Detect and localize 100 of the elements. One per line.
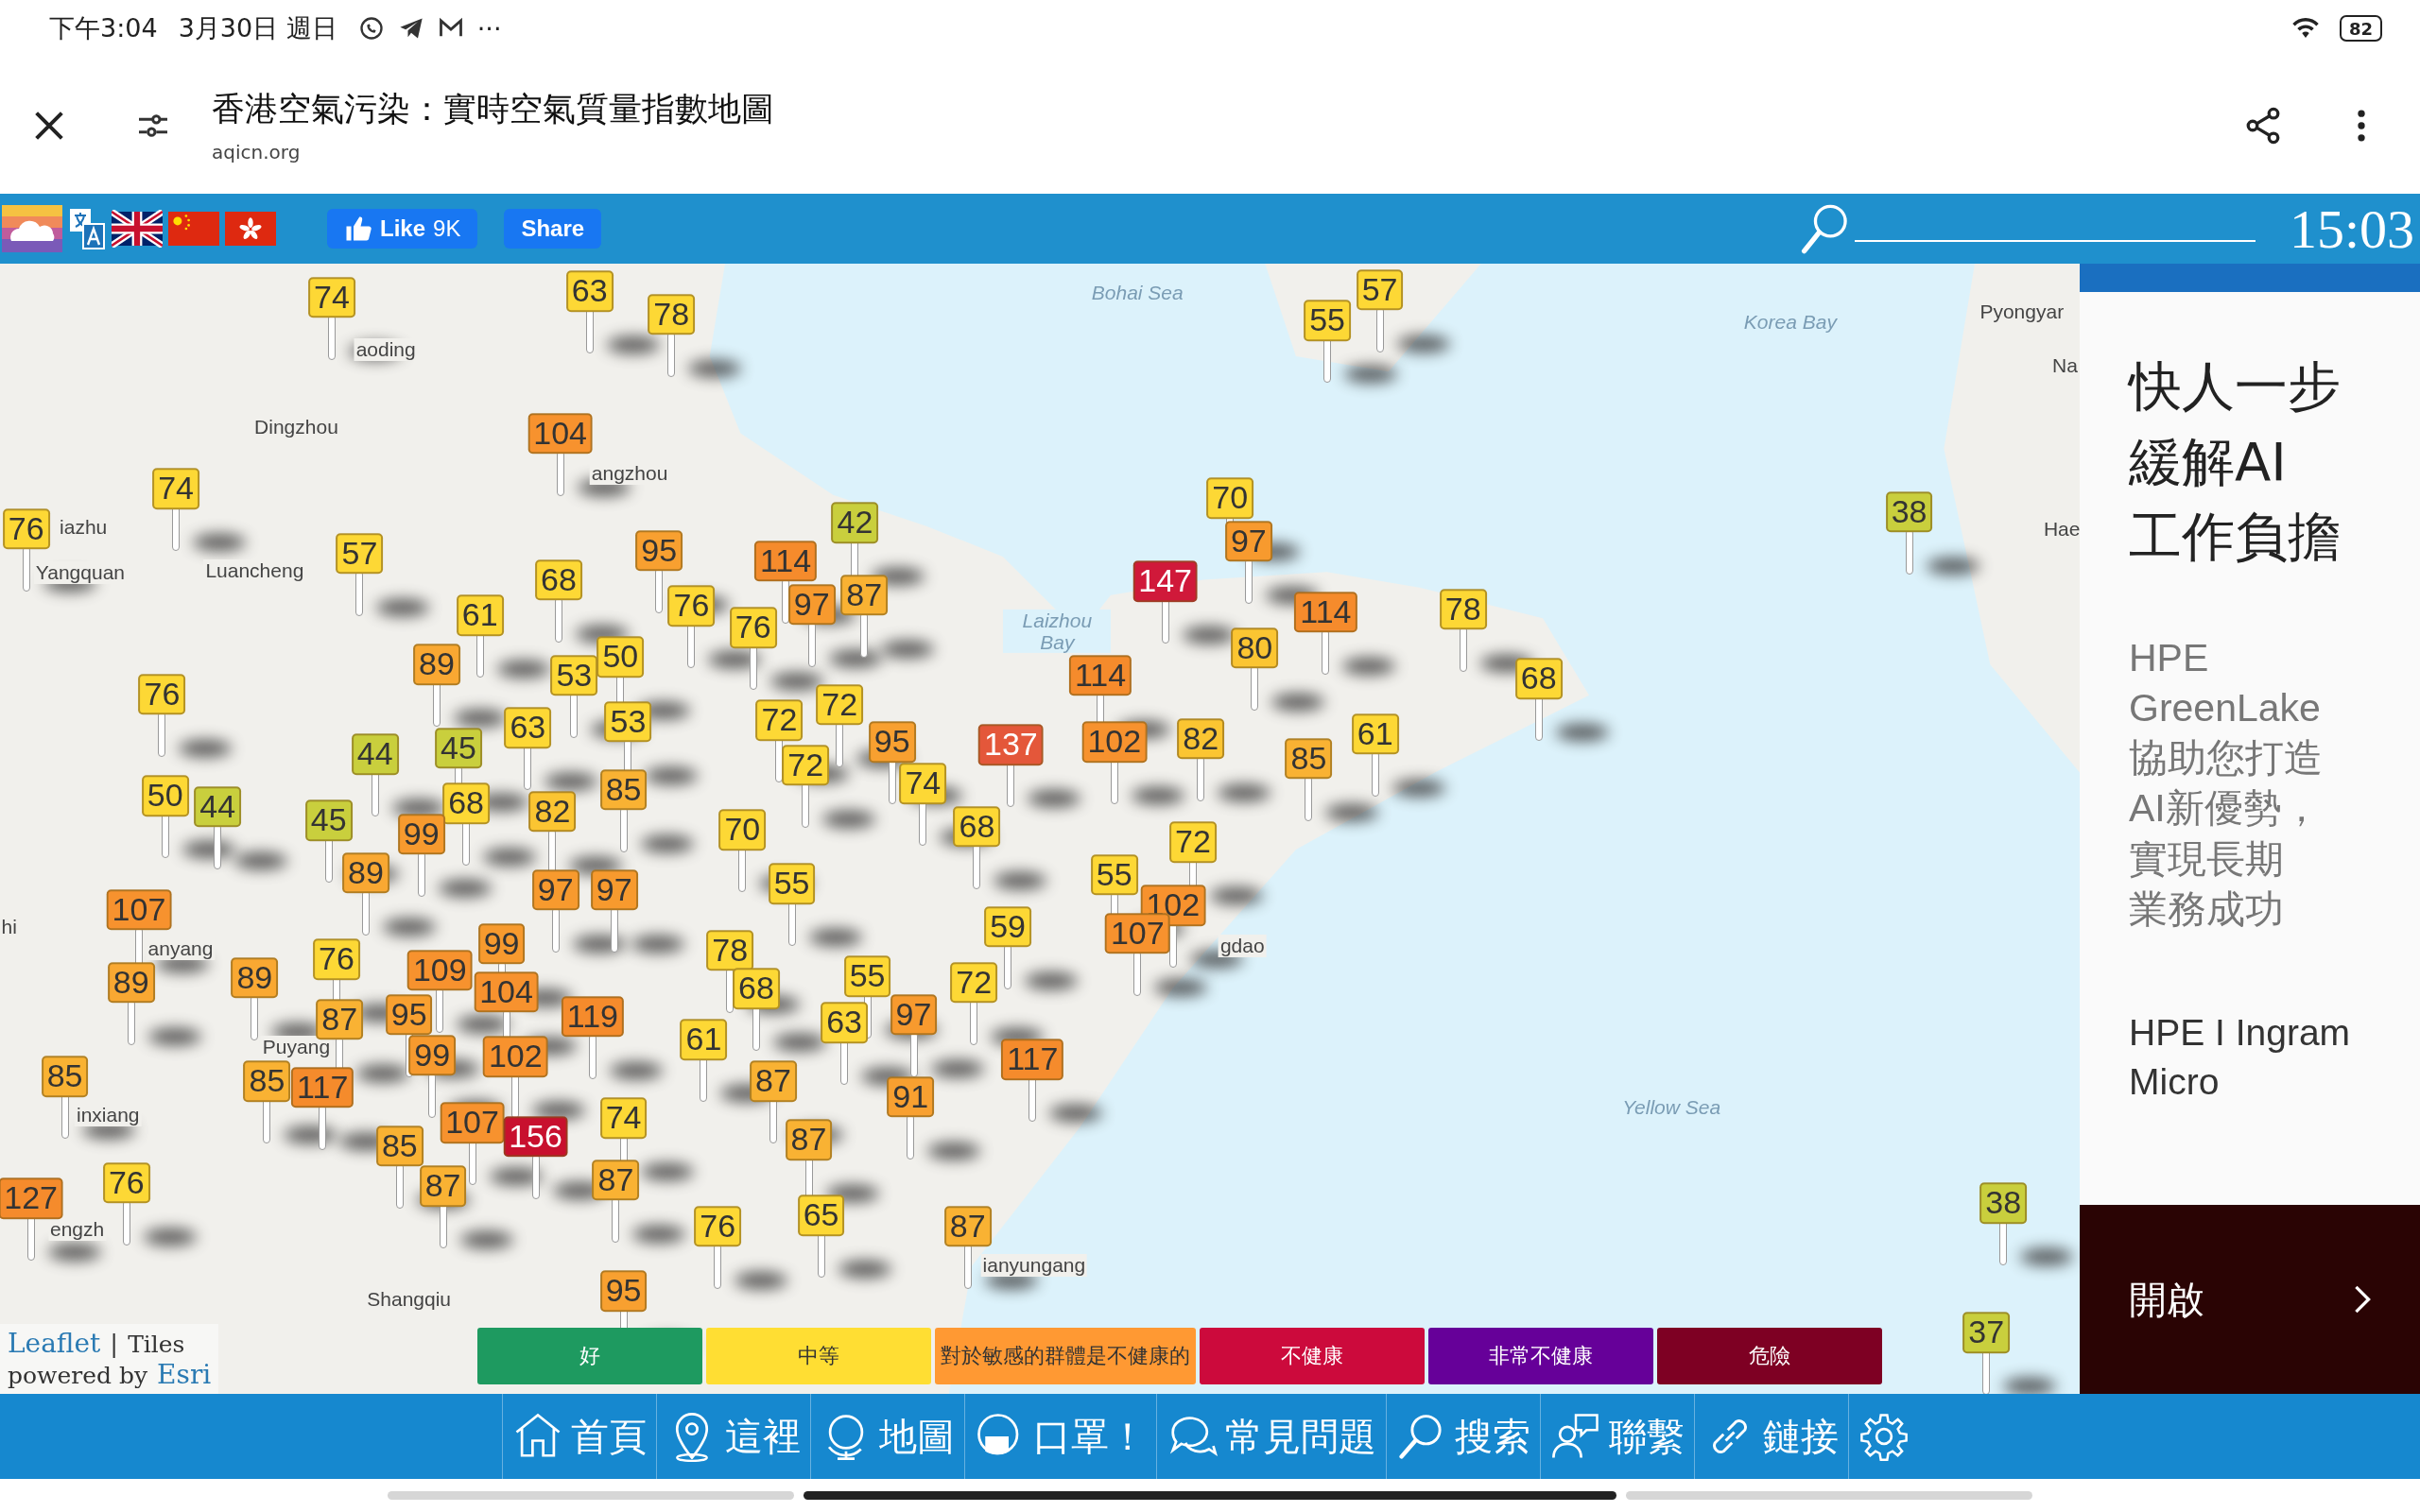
aqi-marker[interactable]: 76: [102, 1162, 150, 1204]
aqi-marker[interactable]: 78: [706, 929, 754, 971]
aqi-marker[interactable]: 89: [231, 957, 279, 999]
aqi-marker[interactable]: 55: [1090, 853, 1138, 896]
aqi-marker[interactable]: 76: [729, 607, 777, 648]
aqi-marker[interactable]: 114: [1068, 655, 1132, 696]
aqi-marker[interactable]: 97: [890, 994, 938, 1036]
aqi-marker[interactable]: 76: [694, 1206, 742, 1247]
aqi-marker[interactable]: 87: [419, 1165, 467, 1207]
aqi-marker[interactable]: 85: [1285, 738, 1333, 780]
aqi-marker[interactable]: 76: [138, 673, 186, 715]
aqi-marker[interactable]: 97: [531, 869, 579, 911]
aqi-marker[interactable]: 72: [950, 962, 998, 1004]
aqi-marker[interactable]: 61: [680, 1019, 728, 1060]
aqi-marker[interactable]: 102: [482, 1036, 548, 1077]
aqi-marker[interactable]: 95: [868, 721, 916, 763]
aqi-marker[interactable]: 114: [1294, 592, 1357, 633]
aqi-marker[interactable]: 74: [308, 277, 355, 318]
aqi-marker[interactable]: 57: [336, 533, 384, 575]
aqi-marker[interactable]: 68: [953, 806, 1001, 848]
aqi-marker[interactable]: 63: [821, 1002, 868, 1043]
aqi-marker[interactable]: 85: [41, 1056, 89, 1098]
aqi-marker[interactable]: 119: [561, 996, 625, 1038]
aqi-marker[interactable]: 127: [0, 1177, 63, 1220]
esri-link[interactable]: Esri: [157, 1359, 212, 1390]
aqi-marker[interactable]: 87: [785, 1119, 833, 1161]
aqi-marker[interactable]: 55: [1304, 300, 1351, 342]
aqi-marker[interactable]: 72: [816, 684, 864, 726]
aqi-marker[interactable]: 72: [782, 744, 830, 786]
aqi-marker[interactable]: 137: [978, 724, 1044, 766]
nav-item[interactable]: 搜索: [1385, 1394, 1540, 1479]
aqi-marker[interactable]: 89: [413, 644, 460, 686]
aqi-marker[interactable]: 114: [753, 541, 818, 582]
aqi-marker[interactable]: 38: [1979, 1182, 2028, 1224]
aqi-marker[interactable]: 89: [342, 852, 389, 894]
aqi-marker[interactable]: 50: [596, 636, 645, 678]
aqi-marker[interactable]: 72: [1169, 821, 1217, 863]
aqi-marker[interactable]: 68: [1514, 658, 1563, 699]
aqi-marker[interactable]: 104: [527, 412, 593, 455]
aqi-marker[interactable]: 38: [1885, 491, 1933, 533]
aqi-marker[interactable]: 68: [535, 559, 582, 601]
leaflet-link[interactable]: Leaflet: [8, 1328, 101, 1359]
aqi-marker[interactable]: 97: [590, 869, 638, 911]
aqi-marker[interactable]: 85: [599, 769, 648, 811]
aqi-marker[interactable]: 109: [406, 950, 473, 991]
aqi-marker[interactable]: 74: [599, 1097, 648, 1140]
aqi-marker[interactable]: 95: [385, 994, 433, 1036]
aqi-marker[interactable]: 80: [1231, 627, 1279, 669]
aqi-marker[interactable]: 85: [243, 1060, 291, 1102]
aqi-marker[interactable]: 82: [1177, 718, 1225, 760]
aqi-marker[interactable]: 55: [843, 955, 891, 997]
aqi-marker[interactable]: 99: [397, 814, 445, 855]
nav-item[interactable]: 首頁: [501, 1394, 656, 1479]
aqi-marker[interactable]: 95: [635, 530, 683, 572]
nav-item[interactable]: 聯繫: [1539, 1394, 1694, 1479]
aqi-marker[interactable]: 97: [1224, 521, 1272, 562]
open-button[interactable]: 開啟: [2080, 1205, 2420, 1394]
aqi-marker[interactable]: 76: [667, 585, 716, 627]
nav-item[interactable]: 這裡: [655, 1394, 810, 1479]
aqi-marker[interactable]: 78: [648, 294, 696, 335]
aqi-marker[interactable]: 42: [831, 502, 879, 543]
aqi-marker[interactable]: 87: [592, 1160, 640, 1201]
aqi-marker[interactable]: 156: [503, 1116, 568, 1158]
aqi-marker[interactable]: 74: [899, 763, 947, 804]
aqi-marker[interactable]: 97: [787, 584, 836, 626]
aqi-marker[interactable]: 59: [984, 906, 1031, 948]
aqi-marker[interactable]: 68: [733, 968, 780, 1010]
aqi-marker[interactable]: 61: [456, 594, 504, 636]
aqi-marker[interactable]: 45: [435, 727, 482, 769]
aqi-marker[interactable]: 99: [408, 1034, 457, 1076]
nav-item[interactable]: 口罩！: [963, 1394, 1156, 1479]
aqi-marker[interactable]: 87: [943, 1206, 992, 1247]
aqi-marker[interactable]: 55: [768, 863, 816, 904]
aqi-marker[interactable]: 72: [755, 699, 804, 741]
aqi-marker[interactable]: 99: [477, 923, 526, 965]
nav-item[interactable]: 鏈接: [1693, 1394, 1848, 1479]
aqi-marker[interactable]: 74: [152, 468, 199, 510]
aqi-marker[interactable]: 61: [1351, 713, 1399, 755]
aqi-marker[interactable]: 37: [1962, 1312, 2011, 1354]
aqi-marker[interactable]: 82: [528, 790, 577, 833]
aqi-marker[interactable]: 70: [1206, 477, 1254, 519]
aqi-marker[interactable]: 87: [840, 575, 889, 616]
aqi-marker[interactable]: 91: [887, 1075, 935, 1118]
like-button[interactable]: Like 9K: [327, 209, 478, 249]
aqi-marker[interactable]: 104: [474, 971, 539, 1013]
aqi-marker[interactable]: 87: [316, 999, 364, 1040]
aqi-marker[interactable]: 85: [375, 1125, 424, 1167]
aqi-marker[interactable]: 53: [550, 655, 598, 696]
aqi-marker[interactable]: 57: [1356, 269, 1404, 311]
aqi-marker[interactable]: 45: [304, 799, 353, 842]
aqi-marker[interactable]: 87: [750, 1060, 797, 1102]
aqi-marker[interactable]: 95: [599, 1270, 648, 1313]
aqi-marker[interactable]: 44: [194, 786, 242, 828]
aqi-marker[interactable]: 147: [1132, 560, 1198, 602]
nav-item[interactable]: 地圖: [809, 1394, 964, 1479]
aqi-marker[interactable]: 63: [504, 707, 552, 749]
nav-item[interactable]: 常見問題: [1155, 1394, 1386, 1479]
aqi-marker[interactable]: 78: [1439, 589, 1487, 630]
aqi-marker[interactable]: 70: [718, 809, 767, 850]
aqi-marker[interactable]: 65: [797, 1194, 845, 1237]
